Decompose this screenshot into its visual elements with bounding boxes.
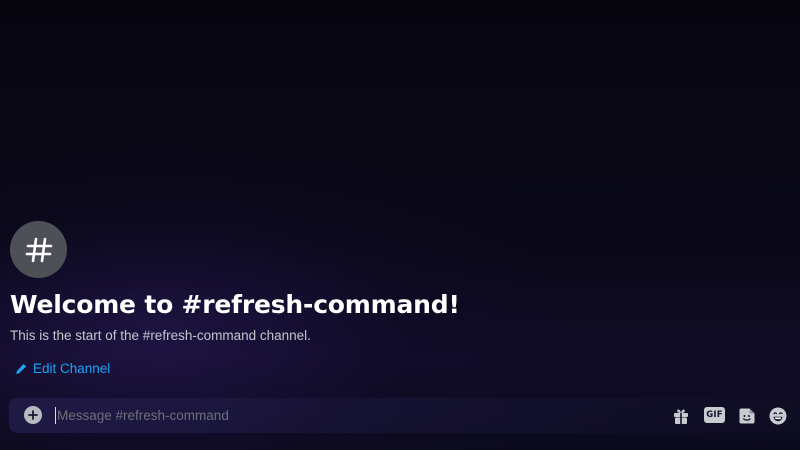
- message-input[interactable]: [55, 407, 657, 424]
- channel-avatar: [10, 221, 67, 278]
- gif-button[interactable]: GIF: [704, 407, 725, 423]
- hash-icon: [25, 237, 52, 262]
- edit-channel-link[interactable]: Edit Channel: [15, 361, 110, 376]
- sticker-button[interactable]: [737, 406, 757, 425]
- emoji-button[interactable]: [767, 406, 789, 425]
- channel-welcome: Welcome to #refresh-command! This is the…: [10, 221, 770, 380]
- pencil-icon: [16, 363, 27, 374]
- gift-button[interactable]: [671, 406, 691, 425]
- plus-circle-icon: [28, 410, 38, 420]
- gift-icon: [674, 408, 688, 424]
- sticker-icon: [739, 408, 755, 423]
- edit-channel-label: Edit Channel: [33, 361, 111, 376]
- emoji-icon: [769, 407, 787, 424]
- welcome-title: Welcome to #refresh-command!: [10, 290, 460, 319]
- welcome-subtitle: This is the start of the #refresh-comman…: [10, 328, 311, 343]
- upload-button[interactable]: [24, 406, 42, 424]
- message-composer: GIF: [9, 398, 799, 433]
